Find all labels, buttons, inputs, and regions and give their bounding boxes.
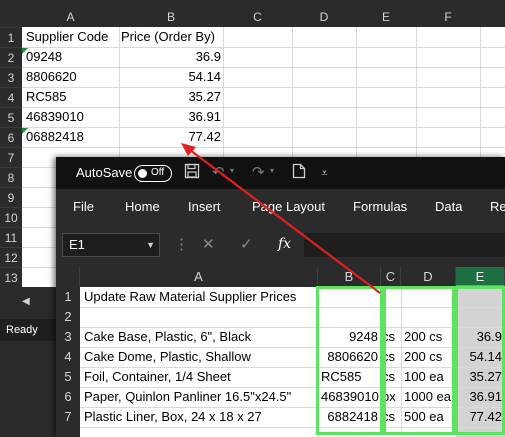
cell-a5[interactable]: 46839010: [24, 107, 119, 127]
text-number-indicator: [22, 48, 28, 54]
row-header-5[interactable]: 5: [56, 367, 80, 387]
new-document-icon[interactable]: [292, 163, 306, 183]
col-header-d[interactable]: D: [401, 267, 456, 287]
autosave-toggle[interactable]: Off: [134, 165, 172, 182]
cell-a5[interactable]: Foil, Container, 1/4 Sheet: [81, 367, 318, 387]
enter-icon[interactable]: ✓: [240, 235, 253, 253]
row-header-13[interactable]: 13: [0, 267, 22, 287]
highlight-box-column-e: [455, 286, 505, 435]
col-header-c[interactable]: C: [223, 8, 292, 27]
title-bar: AutoSave Off ↶ ▾ ↷ ▾ ⩡: [56, 157, 505, 189]
toggle-knob: [138, 169, 147, 178]
tab-home[interactable]: Home: [125, 199, 160, 214]
text-number-indicator: [22, 128, 28, 134]
tab-review[interactable]: Re: [490, 199, 505, 214]
row-header-4[interactable]: 4: [56, 347, 80, 367]
col-header-e[interactable]: E: [356, 8, 416, 27]
undo-icon[interactable]: ↶: [212, 163, 225, 181]
tab-insert[interactable]: Insert: [188, 199, 221, 214]
row-header-8[interactable]: 8: [0, 167, 22, 187]
redo-dropdown-icon[interactable]: ▾: [270, 166, 274, 175]
cell-b2[interactable]: 36.9: [119, 47, 223, 67]
row-header-3[interactable]: 3: [56, 327, 80, 347]
save-icon[interactable]: [184, 163, 200, 183]
sheet-scroll-left-icon[interactable]: ◀: [22, 296, 30, 307]
highlight-box-column-b: [316, 286, 383, 435]
cell-a4[interactable]: RC585: [24, 87, 119, 107]
cell-b1[interactable]: Price (Order By): [119, 27, 223, 47]
col-header-f[interactable]: F: [416, 8, 480, 27]
formula-bar: E1 ▼ ⋮ ✕ ✓ fx: [56, 227, 505, 263]
row-header-11[interactable]: 11: [0, 227, 22, 247]
tab-formulas[interactable]: Formulas: [353, 199, 407, 214]
tab-data[interactable]: Data: [435, 199, 462, 214]
row-header-2[interactable]: 2: [0, 47, 22, 67]
autosave-label: AutoSave: [76, 165, 133, 180]
col-header-c[interactable]: C: [381, 267, 401, 287]
customize-toolbar-icon[interactable]: ⩡: [321, 166, 328, 181]
redo-icon[interactable]: ↷: [252, 163, 265, 181]
cell-a6[interactable]: Paper, Quinlon Panliner 16.5"x24.5": [81, 387, 318, 407]
row-header-4[interactable]: 4: [0, 87, 22, 107]
col-header-d[interactable]: D: [292, 8, 356, 27]
tab-file[interactable]: File: [73, 199, 94, 214]
row-header-10[interactable]: 10: [0, 207, 22, 227]
col-header-b[interactable]: B: [318, 267, 381, 287]
tab-page-layout[interactable]: Page Layout: [252, 199, 325, 214]
cell-a4[interactable]: Cake Dome, Plastic, Shallow: [81, 347, 318, 367]
col-header-a[interactable]: A: [80, 267, 318, 287]
status-text: Ready: [0, 319, 60, 341]
row-header-6[interactable]: 6: [56, 387, 80, 407]
cell-a1[interactable]: Supplier Code: [24, 27, 119, 47]
cell-a6[interactable]: 06882418: [24, 127, 119, 147]
name-box[interactable]: E1 ▼: [62, 233, 160, 257]
name-box-value: E1: [69, 237, 85, 252]
col-header-e[interactable]: E: [456, 267, 505, 287]
screen: A B C D E F 1 2 3 4 5 6 7 8 9 10 11 12 1…: [0, 0, 505, 437]
col-header-a[interactable]: A: [22, 8, 119, 27]
highlight-box-column-cd: [383, 286, 455, 435]
row-header-5[interactable]: 5: [0, 107, 22, 127]
front-excel-window: AutoSave Off ↶ ▾ ↷ ▾ ⩡ File Home Insert …: [56, 157, 505, 437]
row-header-7[interactable]: 7: [56, 407, 80, 427]
cell-a2[interactable]: 09248: [24, 47, 119, 67]
sheet-nav-area: [0, 289, 60, 319]
row-header-2[interactable]: 2: [56, 307, 80, 327]
undo-dropdown-icon[interactable]: ▾: [230, 166, 234, 175]
insert-function-icon[interactable]: fx: [278, 236, 291, 252]
autosave-state: Off: [151, 167, 165, 178]
cell-b3[interactable]: 54.14: [119, 67, 223, 87]
select-all-corner[interactable]: [0, 8, 22, 27]
chevron-down-icon[interactable]: ▼: [146, 234, 155, 256]
cell-b5[interactable]: 36.91: [119, 107, 223, 127]
row-header-1[interactable]: 1: [56, 287, 80, 307]
ribbon-tabs: File Home Insert Page Layout Formulas Da…: [56, 189, 505, 225]
cancel-icon[interactable]: ✕: [202, 235, 215, 253]
row-header-6[interactable]: 6: [0, 127, 22, 147]
col-header-b[interactable]: B: [119, 8, 223, 27]
cell-b6[interactable]: 77.42: [119, 127, 223, 147]
formula-input[interactable]: [304, 233, 505, 257]
cell-a3[interactable]: Cake Base, Plastic, 6", Black: [81, 327, 318, 347]
formula-bar-options-icon[interactable]: ⋮: [174, 235, 189, 253]
cell-a3[interactable]: 8806620: [24, 67, 119, 87]
row-header-12[interactable]: 12: [0, 247, 22, 267]
row-header-3[interactable]: 3: [0, 67, 22, 87]
row-header-9[interactable]: 9: [0, 187, 22, 207]
select-all-corner[interactable]: [56, 267, 80, 287]
cell-a7[interactable]: Plastic Liner, Box, 24 x 18 x 27: [81, 407, 318, 427]
row-header-1[interactable]: 1: [0, 27, 22, 47]
cell-b4[interactable]: 35.27: [119, 87, 223, 107]
row-header-7[interactable]: 7: [0, 147, 22, 167]
